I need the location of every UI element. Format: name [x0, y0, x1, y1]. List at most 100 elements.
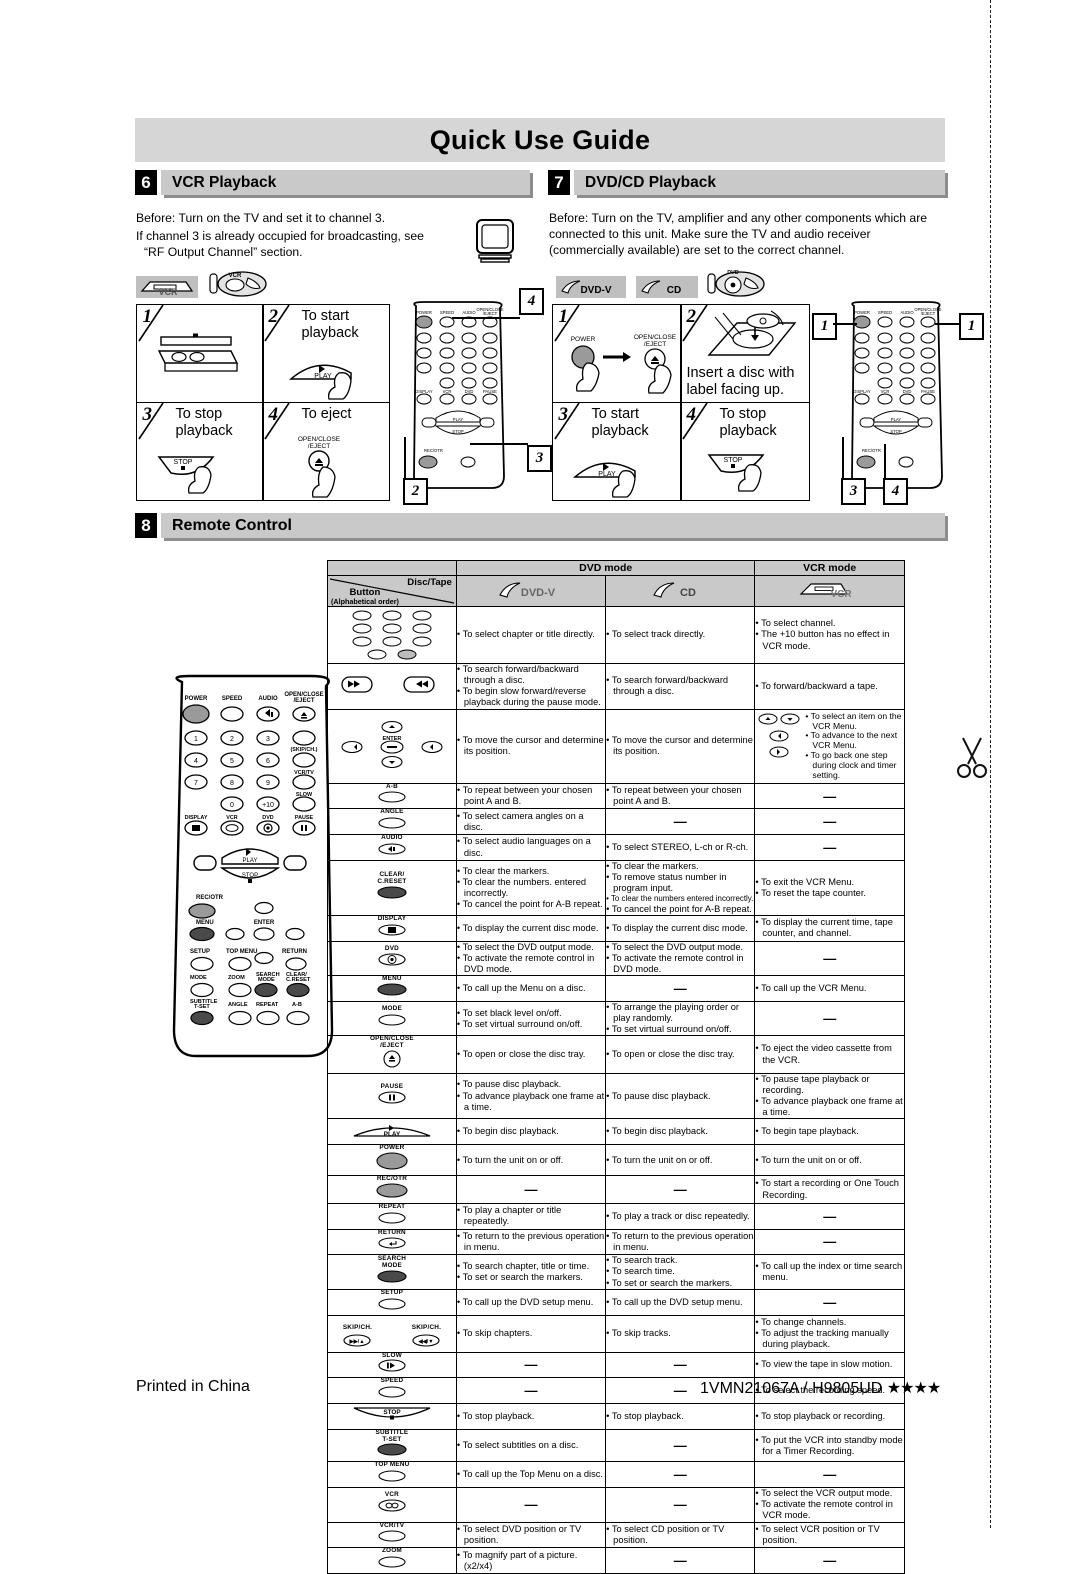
- row-button-pause: PAUSE: [327, 1072, 457, 1120]
- vcr-step-3-text: To stop playback: [175, 405, 233, 439]
- desc-line: To set virtual surround on/off.: [606, 1024, 754, 1035]
- svg-text:1: 1: [194, 736, 198, 743]
- row-vcr-8: —: [754, 940, 905, 977]
- footer-stars: ★★★★: [886, 1380, 941, 1397]
- desc-line: To cancel the point for A-B repeat.: [606, 904, 754, 915]
- vcr-step-2: 2 To start playback PLAY: [262, 304, 390, 404]
- row-cd-14: To turn the unit on or off.: [605, 1144, 756, 1177]
- svg-text:9: 9: [266, 780, 270, 787]
- desc-line: To set black level on/off.: [457, 1008, 605, 1019]
- button-label: MENU: [382, 975, 402, 983]
- row-dvd-24: To select subtitles on a disc.: [455, 1428, 607, 1463]
- svg-text:7: 7: [194, 780, 198, 787]
- desc-line: To advance playback one frame at a time.: [457, 1091, 605, 1113]
- row-dvd-28: To magnify part of a picture. (x2/x4): [455, 1547, 607, 1574]
- dvd-callout-1-left: 1: [812, 313, 837, 340]
- table-row: RETURN To return to the previous operati…: [327, 1228, 905, 1256]
- button-label: AUDIO: [381, 834, 403, 842]
- desc-line: To put the VCR into standby mode for a T…: [755, 1435, 904, 1457]
- vcr-callout-2: 2: [403, 478, 428, 505]
- desc-line: To select an item on the VCR Menu.: [805, 711, 902, 732]
- desc-line: To remove status number in program input…: [606, 872, 754, 894]
- svg-text:A-B: A-B: [292, 1002, 302, 1008]
- row-cd-0: To select track directly.: [605, 606, 756, 664]
- svg-text:POWER: POWER: [571, 336, 596, 343]
- svg-text:VCR: VCR: [226, 815, 237, 821]
- table-row: PLAY To begin disc playback. To begin di…: [327, 1118, 905, 1146]
- section-header-remote-control: 8 Remote Control: [135, 513, 945, 538]
- button-label: SPEED: [380, 1377, 404, 1385]
- row-button-slow: SLOW: [327, 1351, 457, 1379]
- button-label: SLOW: [381, 1351, 402, 1359]
- row-button-repeat: REPEAT: [327, 1202, 457, 1230]
- svg-text:RETURN: RETURN: [282, 949, 307, 955]
- table-row: A-B To repeat between your chosen point …: [327, 782, 905, 810]
- svg-text:/EJECT: /EJECT: [483, 311, 498, 316]
- row-cd-21: —: [605, 1351, 756, 1379]
- row-cd-7: To display the current disc mode.: [605, 915, 756, 942]
- svg-text:VCR: VCR: [830, 589, 852, 599]
- row-dvd-19: To call up the DVD setup menu.: [455, 1288, 607, 1316]
- table-row: SKIP/CH. ▶▶/▲ SKIP/CH. ◀◀/▼ To skip chap…: [327, 1314, 905, 1353]
- desc-line: To call up the DVD setup menu.: [457, 1297, 605, 1308]
- button-label: DISPLAY: [377, 915, 407, 923]
- desc-line: To activate the remote control in DVD mo…: [457, 953, 605, 975]
- svg-text:5: 5: [230, 758, 234, 765]
- vcr-callout-3-line: [470, 443, 528, 445]
- dvdcd-step-3: 3 To start playback PLAY: [552, 401, 682, 501]
- button-label: A-B: [385, 782, 398, 790]
- vcr-callout-4-line: [452, 317, 520, 319]
- svg-text:▶▶/▲: ▶▶/▲: [349, 1339, 365, 1345]
- row-button-vcr-tv: VCR/TV: [327, 1521, 457, 1549]
- table-row: AUDIO To select audio languages on a dis…: [327, 834, 905, 861]
- desc-line: To activate the remote control in DVD mo…: [606, 953, 754, 975]
- row-vcr-21: To view the tape in slow motion.: [754, 1351, 905, 1379]
- row-button-return: RETURN: [327, 1228, 457, 1256]
- row-button-search-mode: SEARCH MODE: [327, 1254, 457, 1290]
- section-label-dvdcd-playback: DVD/CD Playback: [585, 174, 716, 191]
- table-row: ZOOM To magnify part of a picture. (x2/x…: [327, 1547, 905, 1574]
- row-cd-4: —: [605, 808, 756, 836]
- svg-text:PAUSE: PAUSE: [921, 389, 935, 394]
- desc-line: To turn the unit on or off.: [755, 1155, 904, 1166]
- row-cd-28: —: [605, 1547, 756, 1574]
- svg-text:REPEAT: REPEAT: [256, 1002, 279, 1008]
- svg-text:8: 8: [230, 780, 234, 787]
- table-row: PAUSE To pause disc playback. To advance…: [327, 1072, 905, 1120]
- row-cd-20: To skip tracks.: [605, 1314, 756, 1353]
- row-dvd-13: To begin disc playback.: [455, 1118, 607, 1146]
- row-button-play: PLAY: [327, 1118, 457, 1146]
- row-vcr-14: To turn the unit on or off.: [754, 1144, 905, 1177]
- desc-line: To stop playback or recording.: [755, 1411, 904, 1422]
- desc-line: To select camera angles on a disc.: [457, 811, 605, 833]
- desc-line: To skip chapters.: [457, 1328, 605, 1339]
- table-row: SLOW — — To view the tape in slow motion…: [327, 1351, 905, 1379]
- desc-line: To call up the index or time search menu…: [755, 1261, 904, 1283]
- svg-text:PLAY: PLAY: [384, 1131, 401, 1138]
- desc-line: To select audio languages on a disc.: [457, 836, 605, 858]
- dvd-remote-illustration: POWER SPEED AUDIOOPEN/CLOSE/EJECT DISPLAY…: [851, 301, 943, 489]
- row-vcr-15: To start a recording or One Touch Record…: [754, 1175, 905, 1204]
- tv-icon: [476, 219, 514, 263]
- vcr-intro-text: Before: Turn on the TV and set it to cha…: [136, 210, 436, 260]
- dvd-callout-4-line: [884, 444, 886, 479]
- svg-text:DVD: DVD: [465, 389, 474, 394]
- disc-insert-icon: DVD: [707, 270, 765, 297]
- vcr-step-1: 1: [136, 304, 264, 404]
- row-button-stop: STOP: [327, 1402, 457, 1430]
- svg-text:MENU: MENU: [196, 920, 214, 926]
- desc-line: To stop playback.: [457, 1411, 605, 1422]
- play-button-press-icon-dvd: PLAY: [573, 462, 637, 498]
- svg-text:OPEN/CLOSE: OPEN/CLOSE: [634, 334, 677, 341]
- play-button-press-icon: PLAY: [289, 365, 353, 401]
- svg-text:DVD-V: DVD-V: [580, 285, 611, 296]
- vcr-step-4-text: To eject: [301, 405, 352, 422]
- row-vcr-18: To call up the index or time search menu…: [754, 1254, 905, 1290]
- desc-line: To select the DVD output mode.: [606, 942, 754, 953]
- row-button-setup: SETUP: [327, 1288, 457, 1316]
- table-row: DISPLAY To display the current disc mode…: [327, 915, 905, 942]
- svg-text:DVD-V: DVD-V: [521, 587, 556, 599]
- svg-text:REC/OTR: REC/OTR: [196, 895, 224, 901]
- desc-line: To select the VCR output mode.: [755, 1488, 904, 1499]
- vcr-callout-3: 3: [527, 445, 552, 472]
